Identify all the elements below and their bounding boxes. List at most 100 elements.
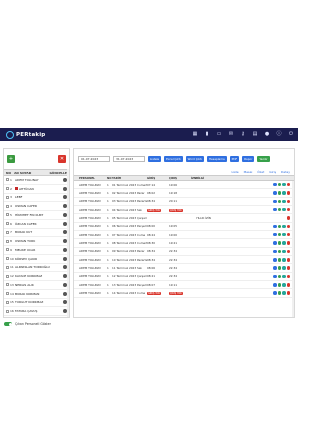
delete-icon[interactable] — [286, 291, 290, 295]
personnel-row[interactable]: 16 FATURA ÇAVUŞ — [4, 307, 69, 316]
row-checkbox[interactable] — [6, 239, 9, 243]
row-checkbox[interactable] — [6, 195, 9, 199]
delete-icon[interactable] — [286, 207, 290, 212]
table-row[interactable]: ADEM TOLUNAY 1 11 Temmuz 2023 Salı 08:06 22:… — [74, 264, 294, 273]
view-icon[interactable] — [273, 182, 277, 187]
personnel-row[interactable]: 9 MELIKE UCAR — [4, 246, 69, 255]
view-icon[interactable] — [273, 258, 277, 262]
calendar-icon[interactable]: ▭ — [216, 131, 222, 138]
edit-icon[interactable] — [277, 258, 281, 262]
view-icon[interactable] — [273, 291, 277, 295]
delete-icon[interactable] — [286, 199, 290, 204]
delete-icon[interactable] — [286, 191, 290, 195]
delete-icon[interactable] — [286, 224, 290, 229]
view-link-summary[interactable]: Özet — [257, 170, 264, 174]
edit-icon[interactable] — [277, 232, 281, 237]
edit-icon[interactable] — [277, 291, 281, 295]
personnel-row[interactable]: 5 HİKMHET FIN KURT — [4, 211, 69, 220]
table-row[interactable]: ADEM TOLUNAY 1 07 Temmuz 2023 Cuma 08:24 19:… — [74, 231, 294, 240]
copy-icon[interactable] — [282, 283, 286, 287]
row-checkbox[interactable] — [6, 248, 9, 252]
row-checkbox[interactable] — [6, 222, 9, 226]
row-checkbox[interactable] — [6, 283, 9, 287]
calculate-button[interactable]: Hesaplama — [206, 156, 227, 162]
view-link-list[interactable]: Liste — [232, 170, 239, 174]
user-icon[interactable]: ● — [264, 131, 270, 138]
copy-icon[interactable] — [282, 258, 286, 262]
row-checkbox[interactable] — [6, 257, 9, 261]
delete-icon[interactable] — [286, 249, 290, 254]
edit-icon[interactable] — [277, 283, 281, 287]
personnel-row[interactable]: 10 KÖRSEV ÇAKIR — [4, 255, 69, 264]
view-icon[interactable] — [273, 191, 277, 195]
personnel-row[interactable]: 1 ADEM TOLUNAY — [4, 176, 69, 185]
personnel-row[interactable]: 13 NERGIS ALIK — [4, 281, 69, 290]
pdf-button[interactable]: PDF — [229, 156, 240, 162]
view-icon[interactable] — [273, 249, 277, 254]
print-button[interactable]: Yazdır — [257, 156, 270, 162]
table-row[interactable]: ADEM TOLUNAY 1 03 Temmuz 2023 Pazartesi 08:… — [74, 198, 294, 207]
row-checkbox[interactable] — [6, 300, 9, 304]
row-checkbox[interactable] — [6, 274, 9, 278]
delete-icon[interactable] — [286, 283, 290, 287]
edit-icon[interactable] — [277, 207, 281, 212]
add-personnel-button[interactable]: + — [7, 155, 15, 163]
edit-icon[interactable] — [277, 182, 281, 187]
personnel-row[interactable]: 6 ÖZCAN CAFER — [4, 220, 69, 229]
table-row[interactable]: ADEM TOLUNAY 1 09 Temmuz 2023 Pazar 08:34 22… — [74, 248, 294, 257]
grid-icon[interactable]: ▦ — [192, 131, 198, 138]
copy-icon[interactable] — [282, 207, 286, 212]
personnel-row[interactable]: 2 AHTÜCAN — [4, 185, 69, 194]
row-checkbox[interactable] — [6, 292, 9, 296]
copy-icon[interactable] — [282, 266, 286, 270]
show-exited-toggle[interactable] — [4, 322, 12, 326]
view-link-entry[interactable]: Giriş — [269, 170, 276, 174]
personnel-row[interactable]: 11 ALPARSLAN TORKOĞLU — [4, 264, 69, 273]
delete-icon[interactable] — [286, 232, 290, 237]
logout-icon[interactable]: ⏻ — [288, 131, 294, 138]
row-checkbox[interactable] — [6, 204, 9, 208]
copy-icon[interactable] — [282, 241, 286, 245]
view-icon[interactable] — [273, 241, 277, 245]
copy-icon[interactable] — [282, 249, 286, 254]
table-row[interactable]: ADEM TOLUNAY105 Temmuz 2023 ÇarşambaYILL… — [74, 214, 294, 223]
edit-icon[interactable] — [277, 274, 281, 279]
row-checkbox[interactable] — [6, 230, 9, 234]
delete-icon[interactable] — [286, 274, 290, 279]
table-row[interactable]: ADEM TOLUNAY 1 13 Temmuz 2023 Perşembe 08:0… — [74, 281, 294, 290]
view-icon[interactable] — [273, 274, 277, 279]
personnel-row[interactable]: 7 BURAK KUT — [4, 229, 69, 238]
copy-icon[interactable] — [282, 232, 286, 237]
report-button[interactable]: Rapor — [242, 156, 255, 162]
info-icon[interactable]: ⓘ — [276, 131, 282, 138]
word-button[interactable]: Word Çıktı — [185, 156, 204, 162]
copy-icon[interactable] — [282, 182, 286, 187]
copy-icon[interactable] — [282, 199, 286, 204]
view-icon[interactable] — [273, 232, 277, 237]
table-row[interactable]: ADEM TOLUNAY112 Temmuz 2023 Çarşamba08:2… — [74, 273, 294, 282]
key-icon[interactable]: ⚷ — [240, 131, 246, 138]
delete-icon[interactable] — [286, 182, 290, 187]
chart-icon[interactable]: ▮ — [204, 131, 210, 138]
row-checkbox[interactable] — [6, 265, 9, 269]
edit-icon[interactable] — [277, 191, 281, 195]
delete-icon[interactable] — [286, 216, 290, 220]
row-checkbox[interactable] — [6, 187, 9, 191]
delete-icon[interactable] — [286, 241, 290, 245]
edit-icon[interactable] — [277, 241, 281, 245]
personnel-row[interactable]: 8 OSMAN TURK — [4, 237, 69, 246]
copy-icon[interactable] — [282, 191, 286, 195]
copy-icon[interactable] — [282, 291, 286, 295]
delete-icon[interactable] — [286, 266, 290, 270]
personnel-row[interactable]: 15 TURGUT KORKMAZ — [4, 299, 69, 308]
personnel-row[interactable]: 12 KAYACE KORKMAZ — [4, 272, 69, 281]
personnel-row[interactable]: 4 OSMAN CAFER — [4, 202, 69, 211]
app-logo[interactable]: PERtakip — [6, 130, 45, 139]
view-icon[interactable] — [273, 224, 277, 229]
row-checkbox[interactable] — [6, 178, 9, 182]
end-date-input[interactable]: 31.07.2023 — [113, 156, 145, 162]
table-row[interactable]: ADEM TOLUNAY 1 10 Temmuz 2023 Pazartesi 08:… — [74, 256, 294, 265]
view-link-detail[interactable]: Detay — [281, 170, 290, 174]
table-row[interactable]: ADEM TOLUNAY 1 06 Temmuz 2023 Perşembe 08:0… — [74, 223, 294, 232]
delete-icon[interactable] — [286, 258, 290, 262]
